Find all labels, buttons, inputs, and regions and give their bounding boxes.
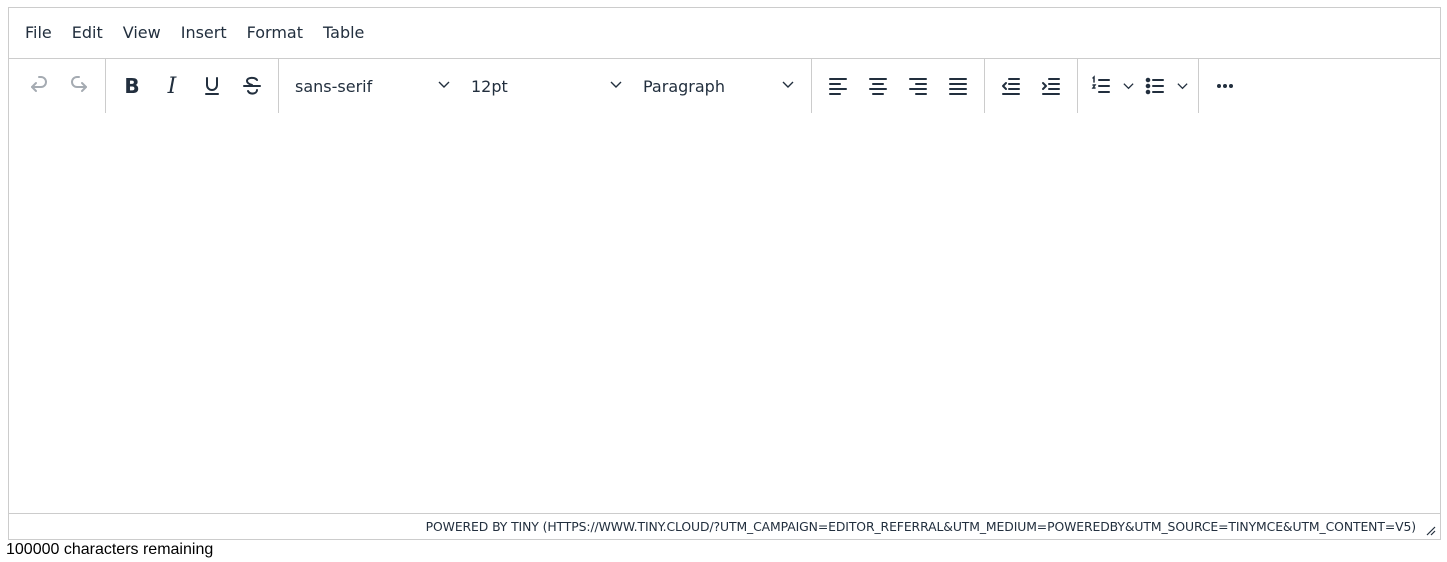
strikethrough-icon bbox=[243, 76, 261, 95]
font-size-value: 12pt bbox=[471, 76, 508, 96]
menu-edit[interactable]: Edit bbox=[62, 16, 113, 50]
chevron-down-icon bbox=[437, 77, 451, 96]
menu-format[interactable]: Format bbox=[237, 16, 313, 50]
menu-view[interactable]: View bbox=[113, 16, 171, 50]
align-right-button[interactable] bbox=[898, 69, 938, 103]
align-right-icon bbox=[909, 78, 927, 95]
font-family-select[interactable]: sans-serif bbox=[285, 69, 461, 103]
select-group: sans-serif 12pt Paragraph bbox=[279, 59, 812, 113]
numbered-list-icon bbox=[1091, 75, 1110, 93]
chevron-down-icon bbox=[781, 77, 795, 96]
font-family-value: sans-serif bbox=[295, 76, 373, 96]
align-left-button[interactable] bbox=[818, 69, 858, 103]
bullet-list-icon bbox=[1145, 77, 1164, 95]
strikethrough-button[interactable] bbox=[232, 69, 272, 103]
alignment-group bbox=[812, 59, 985, 113]
undo-button[interactable] bbox=[19, 69, 59, 103]
history-group bbox=[13, 59, 106, 113]
bullet-list-split-button[interactable] bbox=[1138, 69, 1192, 103]
menubar: File Edit View Insert Format Table bbox=[9, 8, 1440, 59]
character-counter: 100000 characters remaining bbox=[6, 541, 214, 558]
menu-table[interactable]: Table bbox=[313, 16, 374, 50]
italic-icon: I bbox=[167, 73, 177, 99]
rich-text-editor: File Edit View Insert Format Table B I s… bbox=[8, 7, 1441, 540]
bullet-list-button[interactable] bbox=[1138, 69, 1172, 103]
align-left-icon bbox=[829, 78, 847, 95]
underline-icon bbox=[205, 77, 219, 95]
indent-button[interactable] bbox=[1031, 69, 1071, 103]
indent-icon bbox=[1042, 78, 1060, 95]
redo-button[interactable] bbox=[59, 69, 99, 103]
block-format-select[interactable]: Paragraph bbox=[633, 69, 805, 103]
redo-icon bbox=[71, 76, 87, 92]
formatting-group: B I bbox=[106, 59, 279, 113]
align-center-button[interactable] bbox=[858, 69, 898, 103]
menu-insert[interactable]: Insert bbox=[171, 16, 237, 50]
bold-button[interactable]: B bbox=[112, 69, 152, 103]
undo-icon bbox=[31, 76, 47, 92]
outdent-button[interactable] bbox=[991, 69, 1031, 103]
list-group bbox=[1078, 59, 1199, 113]
align-justify-button[interactable] bbox=[938, 69, 978, 103]
align-justify-icon bbox=[949, 78, 967, 95]
chevron-down-icon bbox=[1176, 82, 1188, 89]
underline-button[interactable] bbox=[192, 69, 232, 103]
editor-content-area[interactable] bbox=[9, 113, 1440, 513]
italic-button[interactable]: I bbox=[152, 69, 192, 103]
block-format-value: Paragraph bbox=[643, 76, 725, 96]
more-horizontal-icon bbox=[1217, 84, 1233, 88]
outdent-icon bbox=[1002, 78, 1020, 95]
font-size-select[interactable]: 12pt bbox=[461, 69, 633, 103]
menu-file[interactable]: File bbox=[15, 16, 62, 50]
more-button[interactable] bbox=[1205, 69, 1245, 103]
more-group bbox=[1199, 59, 1251, 113]
resize-grip-icon bbox=[1426, 526, 1436, 535]
toolbar: B I sans-serif 12pt Paragraph bbox=[9, 59, 1440, 113]
resize-handle[interactable] bbox=[1424, 521, 1436, 535]
bullet-list-dropdown[interactable] bbox=[1172, 69, 1192, 103]
chevron-down-icon bbox=[1122, 82, 1134, 89]
indent-group bbox=[985, 59, 1078, 113]
numbered-list-split-button[interactable] bbox=[1084, 69, 1138, 103]
statusbar: POWERED BY TINY (HTTPS://WWW.TINY.CLOUD/… bbox=[9, 513, 1440, 539]
powered-by-link[interactable]: POWERED BY TINY (HTTPS://WWW.TINY.CLOUD/… bbox=[426, 519, 1416, 534]
numbered-list-dropdown[interactable] bbox=[1118, 69, 1138, 103]
chevron-down-icon bbox=[609, 77, 623, 96]
bold-icon: B bbox=[124, 74, 140, 98]
align-center-icon bbox=[869, 78, 887, 95]
numbered-list-button[interactable] bbox=[1084, 69, 1118, 103]
